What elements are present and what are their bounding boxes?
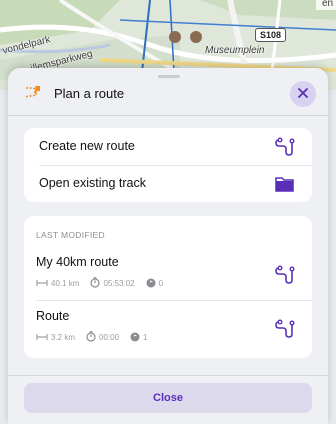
sheet-title: Plan a route bbox=[54, 86, 125, 101]
close-button[interactable]: Close bbox=[24, 383, 312, 413]
distance-icon bbox=[36, 279, 48, 289]
route-waypoints: 1 bbox=[143, 333, 148, 342]
divider bbox=[8, 115, 328, 116]
map-label: en bbox=[322, 0, 334, 9]
timer-icon bbox=[90, 277, 101, 290]
route-meta: 3.2 km 00:00 1 bbox=[36, 331, 148, 344]
map-label: Museumplein bbox=[205, 45, 265, 56]
action-label: Create new route bbox=[39, 139, 135, 153]
folder-icon bbox=[274, 173, 296, 195]
close-sheet-button[interactable] bbox=[290, 81, 316, 107]
section-title: LAST MODIFIED bbox=[36, 230, 105, 240]
route-duration: 00:00 bbox=[99, 333, 120, 342]
route-icon bbox=[274, 318, 296, 340]
waypoint-icon bbox=[130, 332, 140, 344]
route-name: Route bbox=[36, 309, 70, 323]
timer-icon bbox=[86, 331, 96, 344]
route-icon bbox=[274, 136, 296, 158]
action-label: Open existing track bbox=[39, 176, 146, 190]
open-existing-track-item[interactable]: Open existing track bbox=[24, 165, 312, 202]
actions-card: Create new route Open existing track bbox=[24, 128, 312, 202]
route-distance: 3.2 km bbox=[51, 333, 76, 342]
distance-icon bbox=[36, 333, 48, 343]
plan-route-sheet: Plan a route Create new route Open exist… bbox=[8, 68, 328, 424]
list-item[interactable]: Route 3.2 km 00:00 1 bbox=[24, 300, 312, 354]
route-duration: 05:53:02 bbox=[103, 279, 135, 288]
create-new-route-item[interactable]: Create new route bbox=[24, 128, 312, 165]
sheet-header: Plan a route bbox=[8, 78, 328, 118]
route-name: My 40km route bbox=[36, 255, 119, 269]
road-badge: S108 bbox=[255, 28, 287, 42]
last-modified-card: LAST MODIFIED My 40km route 40.1 km 05:5… bbox=[24, 216, 312, 358]
list-item[interactable]: My 40km route 40.1 km 05:53:02 0 bbox=[24, 246, 312, 300]
route-icon bbox=[274, 264, 296, 286]
route-waypoints: 0 bbox=[158, 279, 164, 288]
route-distance: 40.1 km bbox=[51, 279, 80, 288]
divider bbox=[8, 375, 328, 376]
route-meta: 40.1 km 05:53:02 0 bbox=[36, 277, 163, 290]
plan-route-icon bbox=[24, 84, 42, 102]
waypoint-icon bbox=[146, 278, 156, 290]
close-icon bbox=[298, 85, 308, 103]
